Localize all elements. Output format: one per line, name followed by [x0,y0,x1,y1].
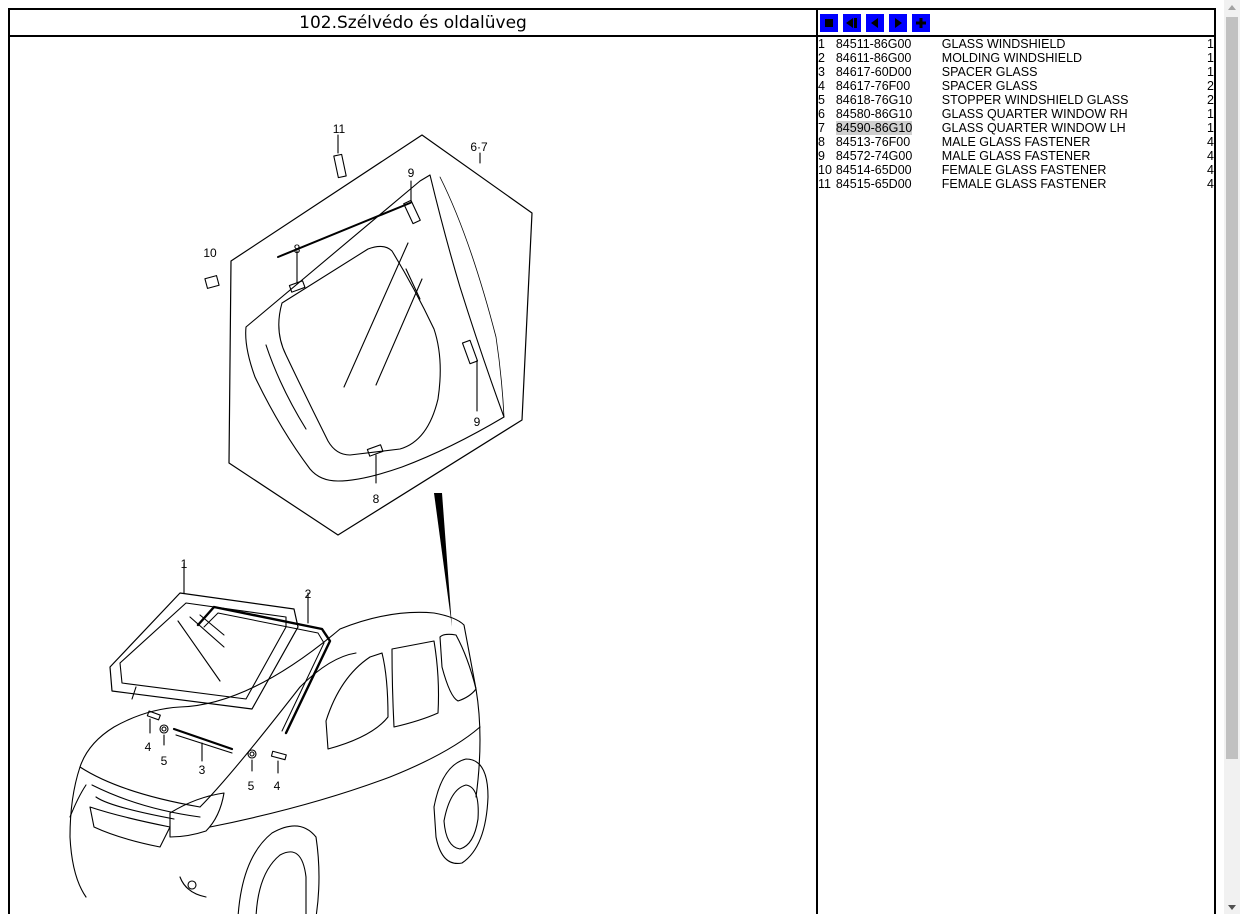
parts-table: 1 84511-86G00 GLASS WINDSHIELD 1 2 84611-86G0… [818,37,1214,191]
vertical-scrollbar[interactable] [1224,0,1240,914]
part-item-number: 8 [818,135,825,149]
plus-icon [916,17,926,28]
part-row[interactable]: 6 84580-86G10 GLASS QUARTER WINDOW RH 1 [818,107,1214,121]
scroll-down-icon[interactable] [1228,905,1236,910]
part-quantity: 4 [1207,177,1214,191]
callout-label: 2 [305,587,312,601]
part-item-number: 5 [818,93,825,107]
add-button[interactable] [912,13,930,32]
callout-label: 5 [161,754,168,768]
part-row[interactable]: 7 84590-86G10 GLASS QUARTER WINDOW LH 1 [818,121,1214,135]
part-quantity: 2 [1207,93,1214,107]
arrow-right-icon [895,17,902,28]
part-description: GLASS QUARTER WINDOW LH [941,121,1126,135]
part-description: MOLDING WINDSHIELD [941,51,1083,65]
callout-label: 9 [408,166,415,180]
part-quantity: 1 [1207,51,1214,65]
part-row[interactable]: 8 84513-76F00 MALE GLASS FASTENER 4 [818,135,1214,149]
part-description: FEMALE GLASS FASTENER [941,177,1107,191]
scrollbar-thumb[interactable] [1226,17,1238,759]
part-number[interactable]: 84611-86G00 [836,51,912,65]
callout-label: 8 [294,242,301,256]
part-description: MALE GLASS FASTENER [941,135,1091,149]
part-row[interactable]: 5 84618-76G10 STOPPER WINDSHIELD GLASS 2 [818,93,1214,107]
part-description: SPACER GLASS [941,79,1038,93]
skip-back-icon [846,17,857,28]
exploded-diagram: 11 6·7 9 10 8 9 8 1 2 4 5 3 5 4 [10,37,818,914]
stop-icon [825,18,833,27]
part-number[interactable]: 84515-65D00 [836,177,912,191]
part-row[interactable]: 9 84572-74G00 MALE GLASS FASTENER 4 [818,149,1214,163]
part-number[interactable]: 84590-86G10 [835,121,913,135]
part-item-number: 11 [818,177,831,191]
arrow-left-icon [871,17,878,28]
part-quantity: 1 [1207,121,1214,135]
part-quantity: 2 [1207,79,1214,93]
part-quantity: 4 [1207,135,1214,149]
part-item-number: 7 [818,121,825,135]
part-item-number: 1 [818,37,825,51]
part-description: STOPPER WINDSHIELD GLASS [941,93,1129,107]
part-number[interactable]: 84513-76F00 [836,135,910,149]
part-number[interactable]: 84617-76F00 [836,79,910,93]
part-item-number: 2 [818,51,825,65]
previous-button[interactable] [866,13,884,32]
parts-catalog-frame: 102.Szélvédo és oldalüveg 11 6·7 9 10 8 … [8,8,1216,914]
part-row[interactable]: 3 84617-60D00 SPACER GLASS 1 [818,65,1214,79]
callout-label: 4 [274,779,281,793]
callout-label: 8 [373,492,380,506]
scroll-up-icon[interactable] [1228,5,1236,10]
callout-label: 10 [203,246,217,260]
previous-page-button[interactable] [843,13,861,32]
part-item-number: 6 [818,107,825,121]
part-quantity: 1 [1207,65,1214,79]
part-number[interactable]: 84617-60D00 [836,65,912,79]
callout-label: 3 [199,763,206,777]
page-title: 102.Szélvédo és oldalüveg [10,10,818,37]
callout-label: 6·7 [470,140,488,154]
first-button[interactable] [820,13,838,32]
next-button[interactable] [889,13,907,32]
part-row[interactable]: 10 84514-65D00 FEMALE GLASS FASTENER 4 [818,163,1214,177]
part-number[interactable]: 84514-65D00 [836,163,912,177]
part-description: GLASS QUARTER WINDOW RH [941,107,1128,121]
part-number[interactable]: 84618-76G10 [836,93,912,107]
callout-label: 5 [248,779,255,793]
part-number[interactable]: 84511-86G00 [836,37,912,51]
callout-label: 9 [474,415,481,429]
callout-label: 11 [333,122,346,136]
part-row[interactable]: 4 84617-76F00 SPACER GLASS 2 [818,79,1214,93]
part-item-number: 9 [818,149,825,163]
callout-label: 4 [145,740,152,754]
part-item-number: 4 [818,79,825,93]
part-description: GLASS WINDSHIELD [941,37,1066,51]
part-quantity: 1 [1207,37,1214,51]
callout-label: 1 [181,557,188,571]
parts-list: 1 84511-86G00 GLASS WINDSHIELD 1 2 84611-86G0… [818,37,1214,914]
part-item-number: 3 [818,65,825,79]
part-item-number: 10 [818,163,832,177]
part-number[interactable]: 84572-74G00 [836,149,912,163]
part-row[interactable]: 2 84611-86G00 MOLDING WINDSHIELD 1 [818,51,1214,65]
part-description: MALE GLASS FASTENER [941,149,1091,163]
part-row[interactable]: 11 84515-65D00 FEMALE GLASS FASTENER 4 [818,177,1214,191]
part-description: FEMALE GLASS FASTENER [941,163,1107,177]
part-row[interactable]: 1 84511-86G00 GLASS WINDSHIELD 1 [818,37,1214,51]
nav-toolbar [818,10,1214,37]
part-quantity: 4 [1207,149,1214,163]
part-number[interactable]: 84580-86G10 [836,107,912,121]
windshield-diagram: 11 6·7 9 10 8 9 8 1 2 4 5 3 5 4 [69,122,533,914]
part-description: SPACER GLASS [941,65,1038,79]
part-quantity: 4 [1207,163,1214,177]
part-quantity: 1 [1207,107,1214,121]
